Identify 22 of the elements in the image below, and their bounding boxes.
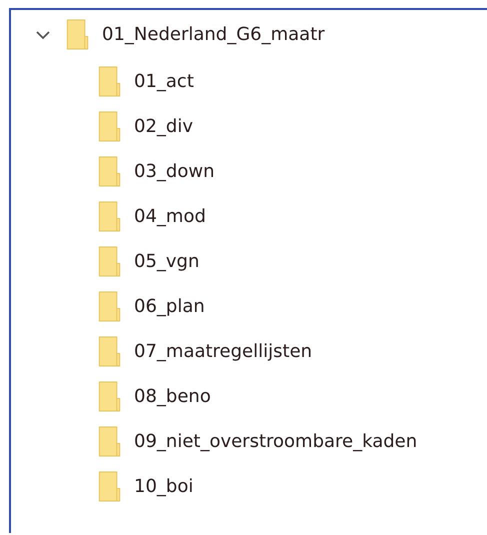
folder-name[interactable]: 08_beno: [134, 386, 211, 407]
folder-icon: [98, 381, 122, 412]
folder-name[interactable]: 09_niet_overstroombare_kaden: [134, 431, 418, 452]
folder-icon: [98, 246, 122, 277]
folder-name[interactable]: 04_mod: [134, 206, 206, 227]
folder-icon: [66, 19, 90, 50]
folder-name[interactable]: 01_Nederland_G6_maatr: [102, 24, 325, 45]
folder-icon: [98, 471, 122, 502]
folder-icon: [98, 201, 122, 232]
folder-name[interactable]: 07_maatregellijsten: [134, 341, 312, 362]
folder-name[interactable]: 10_boi: [134, 476, 194, 497]
folder-icon: [98, 66, 122, 97]
folder-icon: [98, 291, 122, 322]
folder-name[interactable]: 05_vgn: [134, 251, 200, 272]
folder-icon: [98, 336, 122, 367]
folder-icon: [98, 111, 122, 142]
folder-icon: [98, 426, 122, 457]
folder-name[interactable]: 03_down: [134, 161, 214, 182]
folder-name[interactable]: 06_plan: [134, 296, 205, 317]
folder-icon: [98, 156, 122, 187]
folder-name[interactable]: 01_act: [134, 71, 194, 92]
folder-name[interactable]: 02_div: [134, 116, 193, 137]
